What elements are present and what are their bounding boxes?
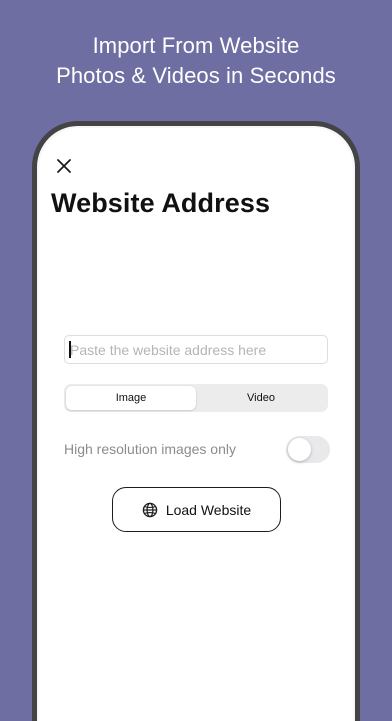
high-resolution-row: High resolution images only (64, 434, 330, 464)
high-resolution-toggle[interactable] (286, 436, 330, 463)
device-frame: Website Address Image Video High resolut… (32, 121, 360, 721)
load-website-button[interactable]: Load Website (112, 487, 281, 532)
promo-headline: Import From Website Photos & Videos in S… (0, 31, 392, 91)
toggle-knob (288, 438, 311, 461)
close-icon (57, 159, 71, 173)
media-type-segmented-control: Image Video (64, 384, 328, 412)
page-title: Website Address (51, 188, 271, 218)
globe-icon (142, 502, 158, 518)
promo-line-1: Import From Website (92, 33, 300, 58)
load-website-label: Load Website (165, 501, 252, 518)
promo-line-2: Photos & Videos in Seconds (56, 63, 336, 88)
high-resolution-label: High resolution images only (64, 441, 236, 457)
close-button[interactable] (53, 155, 75, 177)
segment-video[interactable]: Video (196, 386, 326, 410)
website-address-input[interactable] (64, 335, 328, 364)
segment-image[interactable]: Image (66, 386, 196, 410)
app-screen: Website Address Image Video High resolut… (39, 128, 353, 721)
